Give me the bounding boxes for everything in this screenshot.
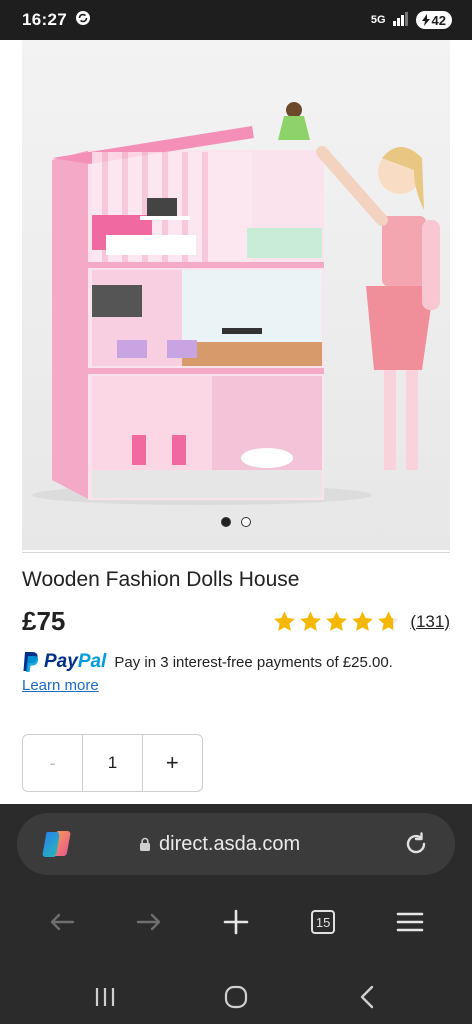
reload-icon[interactable] [403, 831, 429, 857]
product-page: Wooden Fashion Dolls House £75 (131) Pay… [0, 40, 472, 804]
carousel-dot-2[interactable] [241, 517, 251, 527]
sync-icon [75, 10, 91, 31]
recent-apps-icon [96, 988, 115, 1006]
back-button[interactable] [40, 900, 84, 944]
quantity-increase-button[interactable]: + [143, 735, 202, 791]
paypal-word-pay: Pay [44, 651, 78, 672]
battery-level: 42 [431, 12, 446, 28]
hamburger-menu-icon [397, 912, 424, 932]
browser-toolbar: direct.asda.com 15 [0, 804, 472, 1024]
menu-button[interactable] [388, 900, 432, 944]
status-time: 16:27 [22, 10, 67, 29]
quantity-decrease-button[interactable]: - [23, 735, 82, 791]
paypal-logo: PayPal [22, 651, 106, 673]
new-tab-button[interactable] [214, 900, 258, 944]
carousel-dot-1[interactable] [221, 517, 231, 527]
copilot-icon[interactable] [39, 826, 75, 862]
home-icon [224, 985, 248, 1009]
signal-icon [392, 11, 410, 29]
product-image-carousel[interactable] [22, 40, 450, 550]
forward-button[interactable] [127, 900, 171, 944]
paypal-icon [23, 652, 39, 672]
paypal-banner: PayPal Pay in 3 interest-free payments o… [22, 651, 452, 695]
tab-count: 15 [311, 910, 336, 934]
tabs-button[interactable]: 15 [301, 900, 345, 944]
learn-more-link[interactable]: Learn more [22, 677, 99, 694]
lock-icon [140, 837, 150, 851]
star-icon [274, 611, 296, 631]
status-bar: 16:27 5G 42 [0, 0, 472, 40]
browser-nav-row: 15 [0, 900, 472, 944]
home-button[interactable] [214, 975, 258, 1019]
quantity-value[interactable]: 1 [82, 735, 143, 791]
paypal-word-pal: Pal [77, 651, 107, 672]
plus-icon [223, 909, 249, 935]
network-type: 5G [370, 14, 386, 26]
battery-indicator: 42 [415, 11, 452, 29]
system-back-button[interactable] [345, 975, 389, 1019]
product-price: £75 [22, 606, 66, 636]
product-rating[interactable]: (131) [273, 610, 450, 633]
url-text: direct.asda.com [159, 832, 301, 855]
star-icon [326, 611, 348, 631]
system-navigation-bar [0, 970, 472, 1024]
arrow-right-icon [136, 913, 160, 931]
address-bar[interactable]: direct.asda.com [17, 813, 455, 875]
star-half-icon [378, 611, 400, 631]
product-title: Wooden Fashion Dolls House [22, 568, 300, 591]
carousel-dots [22, 517, 450, 527]
divider [22, 552, 450, 553]
charging-icon [421, 14, 430, 26]
quantity-stepper: - 1 + [22, 734, 203, 792]
paypal-installment-text: Pay in 3 interest-free payments of £25.0… [114, 653, 393, 671]
arrow-left-icon [50, 913, 74, 931]
star-icon [300, 611, 322, 631]
star-icon [352, 611, 374, 631]
recent-apps-button[interactable] [83, 975, 127, 1019]
dolls-house-image [32, 102, 440, 505]
rating-count-link[interactable]: (131) [410, 612, 450, 632]
url-display[interactable]: direct.asda.com [139, 833, 300, 856]
rating-stars [273, 610, 400, 633]
chevron-left-icon [360, 985, 373, 1009]
